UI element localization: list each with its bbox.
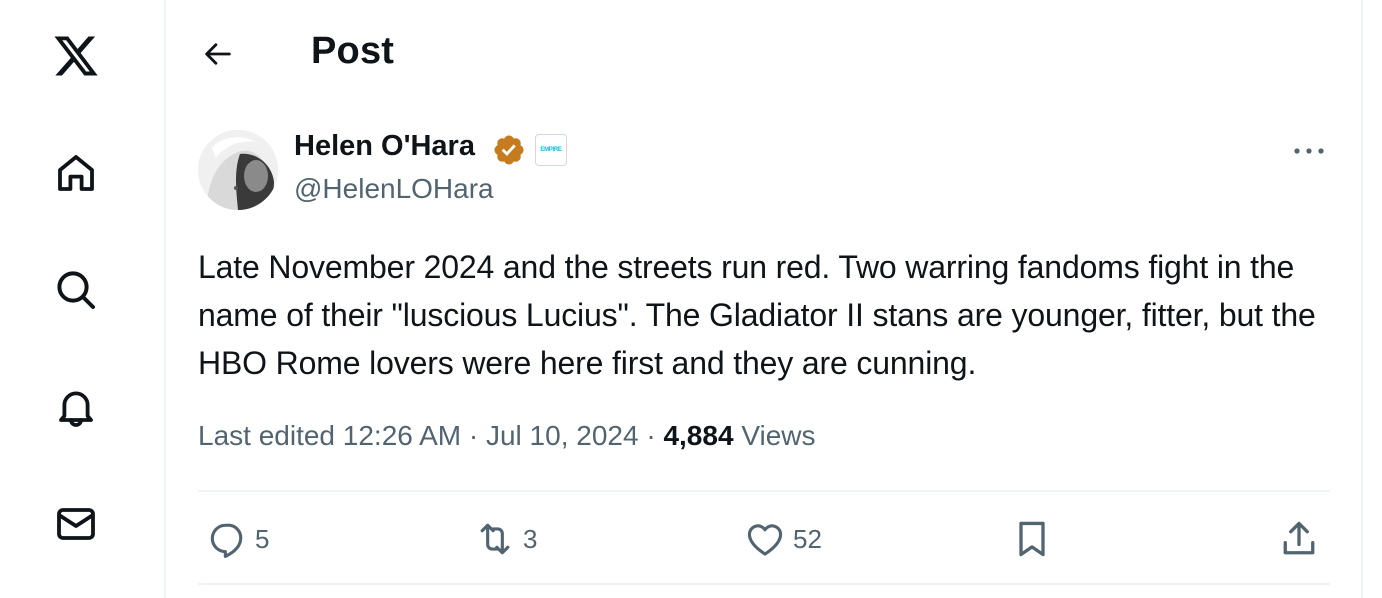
post-time[interactable]: 12:26 AM <box>343 420 461 451</box>
bell-icon[interactable] <box>45 376 107 438</box>
mail-icon[interactable] <box>45 493 107 555</box>
repost-icon <box>480 523 510 555</box>
column-border-right <box>1361 0 1363 598</box>
views-count: 4,884 <box>663 420 734 451</box>
like-button[interactable]: 52 <box>743 516 822 562</box>
views-label: Views <box>741 420 816 451</box>
home-icon[interactable] <box>45 142 107 204</box>
page-title: Post <box>311 30 395 72</box>
divider <box>198 490 1330 492</box>
reply-icon <box>210 523 243 558</box>
arrow-left-icon <box>205 43 231 65</box>
meta-separator: · <box>468 420 479 451</box>
more-icon <box>1294 148 1324 154</box>
left-sidebar <box>0 0 165 598</box>
more-options-button[interactable] <box>1286 132 1332 170</box>
post-text: Late November 2024 and the streets run r… <box>198 249 1316 381</box>
divider <box>198 583 1330 585</box>
repost-button[interactable]: 3 <box>473 516 537 562</box>
x-logo-icon[interactable] <box>45 25 107 87</box>
author-handle[interactable]: @HelenLOHara <box>294 173 494 205</box>
verified-badge-icon[interactable] <box>492 133 526 167</box>
meta-separator: · <box>646 420 656 451</box>
avatar[interactable] <box>198 130 278 210</box>
share-icon <box>1283 521 1315 555</box>
affiliate-badge[interactable]: EMPIRE <box>535 134 567 166</box>
bookmark-icon <box>1019 521 1045 557</box>
post-meta: Last edited 12:26 AM · Jul 10, 2024 · 4,… <box>198 420 816 452</box>
reply-button[interactable]: 5 <box>205 516 269 562</box>
heart-icon <box>747 524 783 556</box>
edited-label[interactable]: Last edited <box>198 420 335 451</box>
like-count: 52 <box>793 523 822 554</box>
share-button[interactable] <box>1277 516 1321 562</box>
reply-count: 5 <box>255 523 270 554</box>
author-name[interactable]: Helen O'Hara <box>294 130 475 163</box>
back-button[interactable] <box>196 32 240 76</box>
repost-count: 3 <box>523 523 538 554</box>
search-icon[interactable] <box>45 259 107 321</box>
post-date[interactable]: Jul 10, 2024 <box>486 420 639 451</box>
bookmark-button[interactable] <box>1010 516 1054 562</box>
